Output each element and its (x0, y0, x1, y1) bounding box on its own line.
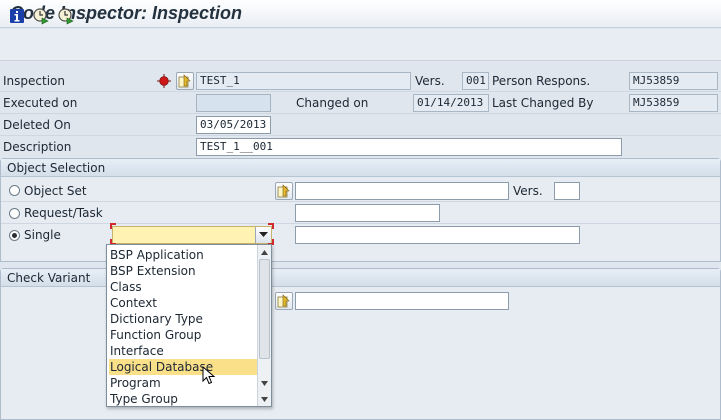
scroll-down-button[interactable] (258, 377, 270, 389)
last-changed-by-field[interactable]: MJ53859 (629, 94, 718, 112)
dropdown-option[interactable]: Dictionary Type (109, 311, 257, 327)
object-selection-title: Object Selection (7, 161, 106, 175)
dropdown-option[interactable]: Program (109, 375, 257, 391)
chevron-down-icon (260, 380, 268, 386)
person-responsible-label: Person Respons. (492, 74, 591, 88)
changed-on-label: Changed on (296, 96, 369, 110)
version-field[interactable]: 001 (462, 72, 489, 90)
request-task-field[interactable] (295, 204, 440, 222)
chevron-up-icon (260, 249, 268, 255)
last-changed-by-label: Last Changed By (492, 96, 594, 110)
scroll-thumb[interactable] (259, 259, 270, 359)
single-label: Single (24, 228, 61, 242)
row-divider (0, 91, 721, 92)
deleted-on-label: Deleted On (3, 118, 71, 132)
info-button[interactable] (7, 6, 27, 26)
chevron-down-icon (260, 396, 268, 402)
execute-button[interactable] (31, 6, 51, 26)
request-task-label: Request/Task (24, 206, 103, 220)
focus-marker (268, 223, 274, 229)
value-help-icon (178, 74, 191, 88)
value-help-icon (277, 184, 290, 198)
clock-execute-icon (33, 8, 49, 25)
dropdown-option[interactable]: Type Group (109, 391, 257, 407)
single-radio[interactable] (9, 230, 20, 241)
mouse-cursor-icon (202, 365, 216, 389)
dropdown-option[interactable]: Logical Database (109, 359, 257, 375)
changed-on-field[interactable]: 01/14/2013 (413, 94, 489, 112)
object-set-field[interactable] (295, 182, 509, 200)
dropdown-scrollbar[interactable] (257, 245, 271, 406)
dropdown-option[interactable]: Function Group (109, 327, 257, 343)
dropdown-option[interactable]: Interface (109, 343, 257, 359)
object-set-value-help-button[interactable] (275, 182, 293, 200)
request-task-radio[interactable] (9, 208, 20, 219)
dropdown-option[interactable]: BSP Application (109, 247, 257, 263)
object-type-dropdown-list: BSP Application BSP Extension Class Context… (106, 244, 272, 407)
status-red-icon (157, 74, 171, 91)
chevron-down-icon (259, 232, 268, 237)
single-object-name-field[interactable] (295, 226, 580, 244)
row-divider (0, 113, 721, 114)
more-button[interactable]: ... (76, 8, 87, 22)
object-set-version-field[interactable] (554, 182, 580, 200)
object-set-version-label: Vers. (513, 184, 543, 198)
scroll-down-button[interactable] (258, 393, 270, 405)
clock-execute-icon (58, 8, 74, 25)
object-set-radio[interactable] (9, 185, 20, 196)
application-toolbar (0, 29, 721, 61)
dropdown-option[interactable]: Class (109, 279, 257, 295)
row-divider (1, 201, 720, 202)
dropdown-option[interactable]: Context (109, 295, 257, 311)
deleted-on-field[interactable]: 03/05/2013 (196, 116, 271, 134)
focus-marker (110, 223, 116, 229)
inspection-value-help-button[interactable] (176, 72, 194, 90)
execute-background-button[interactable] (56, 6, 76, 26)
object-selection-header (1, 159, 720, 177)
scroll-up-button[interactable] (258, 246, 270, 258)
dropdown-option[interactable]: BSP Extension (109, 263, 257, 279)
single-object-type-combobox[interactable] (112, 226, 272, 244)
executed-on-field[interactable] (196, 94, 271, 112)
description-label: Description (3, 140, 72, 154)
row-divider (0, 135, 721, 136)
inspection-label: Inspection (3, 74, 65, 88)
person-responsible-field[interactable]: MJ53859 (629, 72, 718, 90)
row-divider (1, 223, 720, 224)
object-set-label: Object Set (24, 184, 87, 198)
info-icon (10, 9, 24, 23)
inspection-name-field[interactable]: TEST_1 (196, 72, 411, 90)
check-variant-field[interactable] (295, 292, 509, 310)
value-help-icon (277, 294, 290, 308)
executed-on-label: Executed on (3, 96, 78, 110)
version-label: Vers. (415, 74, 445, 88)
description-field[interactable]: TEST_1__001 (196, 138, 622, 156)
check-variant-value-help-button[interactable] (275, 292, 293, 310)
check-variant-title: Check Variant (7, 271, 91, 285)
